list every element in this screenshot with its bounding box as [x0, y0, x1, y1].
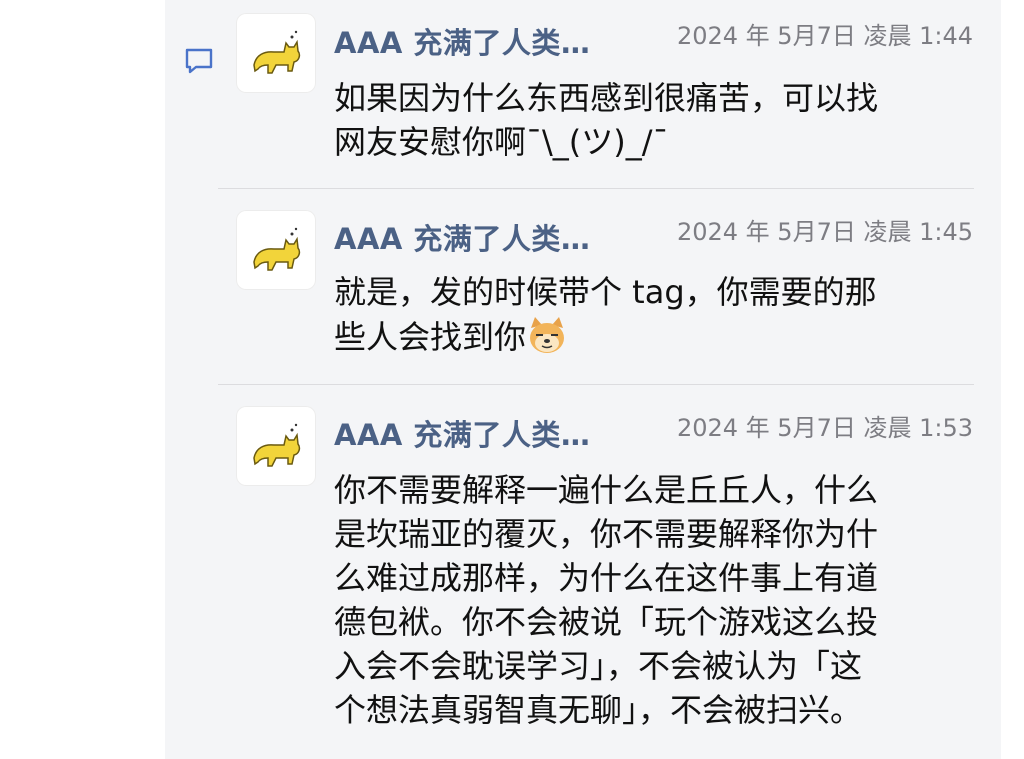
avatar[interactable] [236, 210, 316, 290]
comment-line: 些人会找到你 [334, 314, 974, 359]
comment-item: AAA 充满了人类… 2024 年 5月7日 凌晨 1:45 就是，发的时候带个… [165, 198, 1001, 384]
comment-line: 德包袱。你不会被说「玩个游戏这么投 [334, 603, 879, 641]
author-name[interactable]: AAA 充满了人类… [334, 216, 590, 258]
comment-text: 如果因为什么东西感到很痛苦，可以找 网友安慰你啊¯\_(ツ)_/¯ [334, 76, 974, 164]
divider [218, 188, 974, 189]
comment-text: 就是，发的时候带个 tag，你需要的那 些人会找到你 [334, 270, 974, 359]
avatar[interactable] [236, 13, 316, 93]
comment-line-text: 些人会找到你 [334, 318, 527, 356]
timestamp: 2024 年 5月7日 凌晨 1:45 [676, 218, 973, 246]
comment-line: 么难过成那样，为什么在这件事上有道 [334, 559, 879, 597]
divider [218, 384, 974, 385]
comment-item: AAA 充满了人类… 2024 年 5月7日 凌晨 1:53 你不需要解释一遍什… [165, 394, 1001, 759]
author-name[interactable]: AAA 充满了人类… [334, 20, 590, 62]
comment-line: 如果因为什么东西感到很痛苦，可以找 [334, 79, 879, 117]
cat-avatar-icon [253, 30, 301, 74]
avatar[interactable] [236, 406, 316, 486]
comment-line: 你不需要解释一遍什么是丘丘人，什么 [334, 471, 879, 509]
comment-line: 网友安慰你啊¯\_(ツ)_/¯ [334, 123, 669, 161]
cat-avatar-icon [253, 227, 301, 271]
timestamp: 2024 年 5月7日 凌晨 1:53 [676, 414, 973, 442]
comment-item: AAA 充满了人类… 2024 年 5月7日 凌晨 1:44 如果因为什么东西感… [165, 0, 1001, 188]
comment-line: 是坎瑞亚的覆灭，你不需要解释你为什 [334, 515, 879, 553]
comment-line: 个想法真弱智真无聊」，不会被扫兴。 [334, 691, 863, 729]
cat-avatar-icon [253, 423, 301, 467]
timestamp: 2024 年 5月7日 凌晨 1:44 [676, 22, 973, 50]
author-name[interactable]: AAA 充满了人类… [334, 412, 590, 454]
comment-text: 你不需要解释一遍什么是丘丘人，什么 是坎瑞亚的覆灭，你不需要解释你为什 么难过成… [334, 468, 974, 732]
doge-emoji [530, 317, 565, 353]
comment-line: 入会不会耽误学习」，不会被认为「这 [334, 647, 863, 685]
comment-line: 就是，发的时候带个 tag，你需要的那 [334, 273, 877, 311]
